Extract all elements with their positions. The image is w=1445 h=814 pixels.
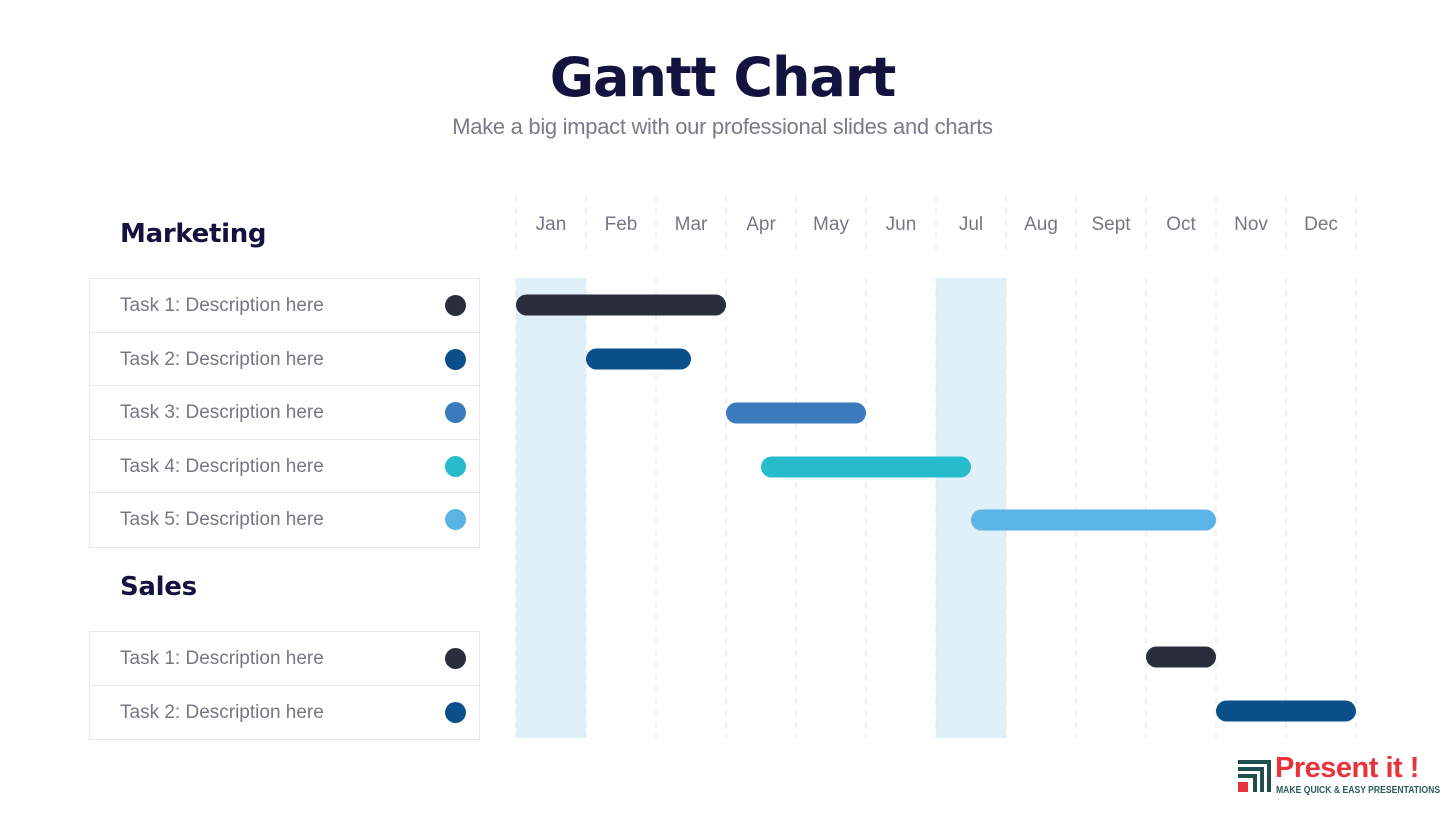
task-label: Task 1: Description here [120, 295, 324, 316]
task-row: Task 3: Description here [90, 386, 479, 440]
month-label-mar: Mar [675, 214, 708, 235]
month-label-oct: Oct [1166, 214, 1196, 235]
task-label: Task 2: Description here [120, 701, 324, 723]
task-row: Task 1: Description here [90, 632, 479, 686]
task-label: Task 2: Description here [120, 348, 324, 370]
task-label: Task 4: Description here [120, 455, 324, 477]
task-row: Task 2: Description here [90, 333, 479, 387]
gantt-bar-sales-task-1 [1146, 646, 1216, 668]
month-label-jun: Jun [886, 214, 917, 235]
task-color-dot [445, 348, 466, 370]
task-row: Task 2: Description here [90, 686, 479, 740]
task-row: Task 5: Description here [90, 493, 479, 547]
task-color-dot [445, 295, 466, 316]
task-label: Task 5: Description here [120, 509, 324, 531]
group-title-marketing: Marketing [120, 219, 267, 249]
sales-task-list: Task 1: Description here Task 2: Descrip… [89, 631, 480, 741]
gantt-bar-marketing-task-2 [586, 348, 691, 370]
gantt-bar-marketing-task-4 [761, 456, 971, 478]
month-label-aug: Aug [1024, 214, 1058, 235]
gantt-bar-sales-task-2 [1216, 700, 1356, 722]
month-label-feb: Feb [605, 214, 638, 235]
month-label-jan: Jan [536, 214, 567, 235]
task-row: Task 1: Description here [90, 279, 479, 333]
gantt-bar-marketing-task-5 [971, 509, 1216, 531]
month-label-jul: Jul [959, 214, 983, 235]
task-color-dot [445, 701, 466, 723]
task-label: Task 1: Description here [120, 648, 324, 669]
task-color-dot [445, 648, 466, 669]
task-color-dot [445, 455, 466, 477]
highlight-column-jan [516, 278, 586, 738]
task-color-dot [445, 402, 466, 424]
marketing-task-list: Task 1: Description here Task 2: Descrip… [89, 278, 480, 548]
month-label-dec: Dec [1304, 214, 1338, 235]
logo-name: Present it ! [1275, 752, 1419, 784]
gantt-bar-marketing-task-3 [726, 402, 866, 424]
brand-logo: Present it ! MAKE QUICK & EASY PRESENTAT… [1237, 752, 1441, 800]
month-label-may: May [813, 214, 849, 235]
task-color-dot [445, 509, 466, 531]
month-label-apr: Apr [746, 214, 776, 235]
logo-mark-icon [1238, 760, 1271, 792]
month-label-sept: Sept [1091, 214, 1131, 235]
task-row: Task 4: Description here [90, 440, 479, 494]
month-label-nov: Nov [1234, 214, 1268, 235]
task-label: Task 3: Description here [120, 402, 324, 424]
group-title-sales: Sales [120, 572, 197, 602]
logo-tagline: MAKE QUICK & EASY PRESENTATIONS [1276, 784, 1441, 796]
gantt-bar-marketing-task-1 [516, 294, 726, 316]
highlight-column-jul [936, 278, 1006, 738]
